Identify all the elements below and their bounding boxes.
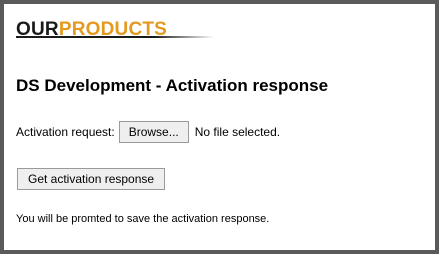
get-activation-response-button[interactable]: Get activation response <box>17 168 166 190</box>
logo-underline <box>16 36 214 38</box>
save-prompt-note: You will be promted to save the activati… <box>16 213 270 225</box>
activation-request-label: Activation request: <box>16 125 115 139</box>
browse-button[interactable]: Browse... <box>118 121 189 143</box>
file-status-text: No file selected. <box>194 125 281 139</box>
page-title: DS Development - Activation response <box>16 76 329 95</box>
activation-request-row: Activation request: Browse... No file se… <box>16 121 280 143</box>
brand-logo: OURPRODUCTS <box>16 20 216 44</box>
page-frame: OURPRODUCTS DS Development - Activation … <box>0 0 439 254</box>
